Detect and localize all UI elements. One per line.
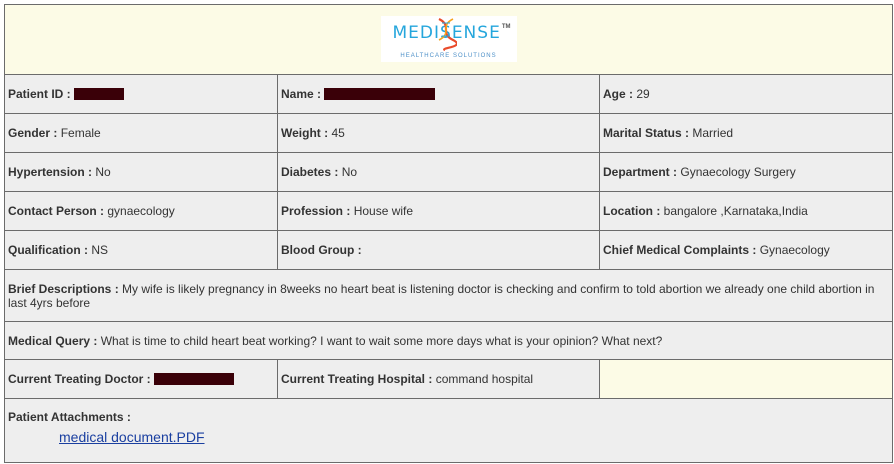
patient-id-label: Patient ID : — [8, 87, 71, 101]
qualification-label: Qualification : — [8, 243, 89, 257]
location-label: Location : — [603, 204, 661, 218]
marital-status-value: Married — [692, 126, 734, 140]
weight-value: 45 — [331, 126, 345, 140]
chief-complaints-label: Chief Medical Complaints : — [603, 243, 757, 257]
treating-hospital-label: Current Treating Hospital : — [281, 372, 433, 386]
name-label: Name : — [281, 87, 322, 101]
department-value: Gynaecology Surgery — [680, 165, 796, 179]
brief-description-label: Brief Descriptions : — [8, 281, 119, 296]
attachment-link[interactable]: medical document.PDF — [59, 430, 205, 444]
logo-header: MEDISENSE TM HEALTHCARE SOLUTIONS — [3, 4, 894, 75]
weight-cell: Weight : 45 — [277, 113, 600, 153]
location-cell: Location : bangalore ,Karnataka,India — [598, 191, 894, 231]
patient-id-redaction — [74, 88, 125, 100]
patient-record-table: MEDISENSE TM HEALTHCARE SOLUTIONS Patien… — [3, 4, 894, 463]
contact-person-value: gynaecology — [107, 204, 175, 218]
blood-group-label: Blood Group : — [281, 243, 362, 257]
chief-complaints-value: Gynaecology — [759, 243, 830, 257]
age-cell: Age : 29 — [598, 74, 894, 114]
contact-person-label: Contact Person : — [8, 204, 105, 218]
empty-cell — [598, 359, 894, 399]
contact-person-cell: Contact Person : gynaecology — [4, 191, 278, 231]
blood-group-cell: Blood Group : — [277, 230, 600, 270]
weight-label: Weight : — [281, 126, 329, 140]
department-label: Department : — [603, 165, 678, 179]
diabetes-cell: Diabetes : No — [277, 152, 600, 192]
brief-description-cell: Brief Descriptions : My wife is likely p… — [3, 269, 894, 322]
location-value: bangalore ,Karnataka,India — [663, 204, 808, 218]
patient-record-page: MEDISENSE TM HEALTHCARE SOLUTIONS Patien… — [0, 0, 894, 464]
age-value: 29 — [636, 87, 650, 101]
diabetes-label: Diabetes : — [281, 165, 339, 179]
treating-doctor-redaction — [154, 373, 235, 385]
hypertension-label: Hypertension : — [8, 165, 93, 179]
name-cell: Name : — [277, 74, 600, 114]
medisense-logo: MEDISENSE TM HEALTHCARE SOLUTIONS — [380, 15, 517, 62]
medical-query-cell: Medical Query : What is time to child he… — [3, 321, 894, 360]
age-label: Age : — [603, 87, 633, 101]
hypertension-value: No — [95, 165, 111, 179]
marital-status-cell: Marital Status : Married — [598, 113, 894, 153]
qualification-cell: Qualification : NS — [4, 230, 278, 270]
name-redaction — [324, 88, 436, 100]
treating-doctor-label: Current Treating Doctor : — [8, 372, 151, 386]
attachments-label: Patient Attachments : — [8, 410, 131, 424]
medical-query-label: Medical Query : — [8, 333, 98, 348]
marital-status-label: Marital Status : — [603, 126, 690, 140]
treating-doctor-cell: Current Treating Doctor : — [4, 359, 278, 399]
attachments-cell: Patient Attachments : medical document.P… — [3, 398, 894, 463]
profession-label: Profession : — [281, 204, 351, 218]
gender-value: Female — [60, 126, 101, 140]
hypertension-cell: Hypertension : No — [4, 152, 278, 192]
logo-trademark: TM — [501, 23, 511, 30]
gender-label: Gender : — [8, 126, 58, 140]
qualification-value: NS — [91, 243, 109, 257]
profession-value: House wife — [353, 204, 414, 218]
logo-tagline: HEALTHCARE SOLUTIONS — [400, 52, 497, 59]
treating-hospital-cell: Current Treating Hospital : command hosp… — [277, 359, 600, 399]
diabetes-value: No — [341, 165, 358, 179]
brief-description-text: My wife is likely pregnancy in 8weeks no… — [8, 281, 875, 310]
gender-cell: Gender : Female — [4, 113, 278, 153]
treating-hospital-value: command hospital — [435, 372, 534, 386]
chief-complaints-cell: Chief Medical Complaints : Gynaecology — [598, 230, 894, 270]
dna-helix-icon — [437, 17, 457, 51]
medical-query-text: What is time to child heart beat working… — [100, 333, 663, 348]
profession-cell: Profession : House wife — [277, 191, 600, 231]
department-cell: Department : Gynaecology Surgery — [598, 152, 894, 192]
patient-id-cell: Patient ID : — [4, 74, 278, 114]
